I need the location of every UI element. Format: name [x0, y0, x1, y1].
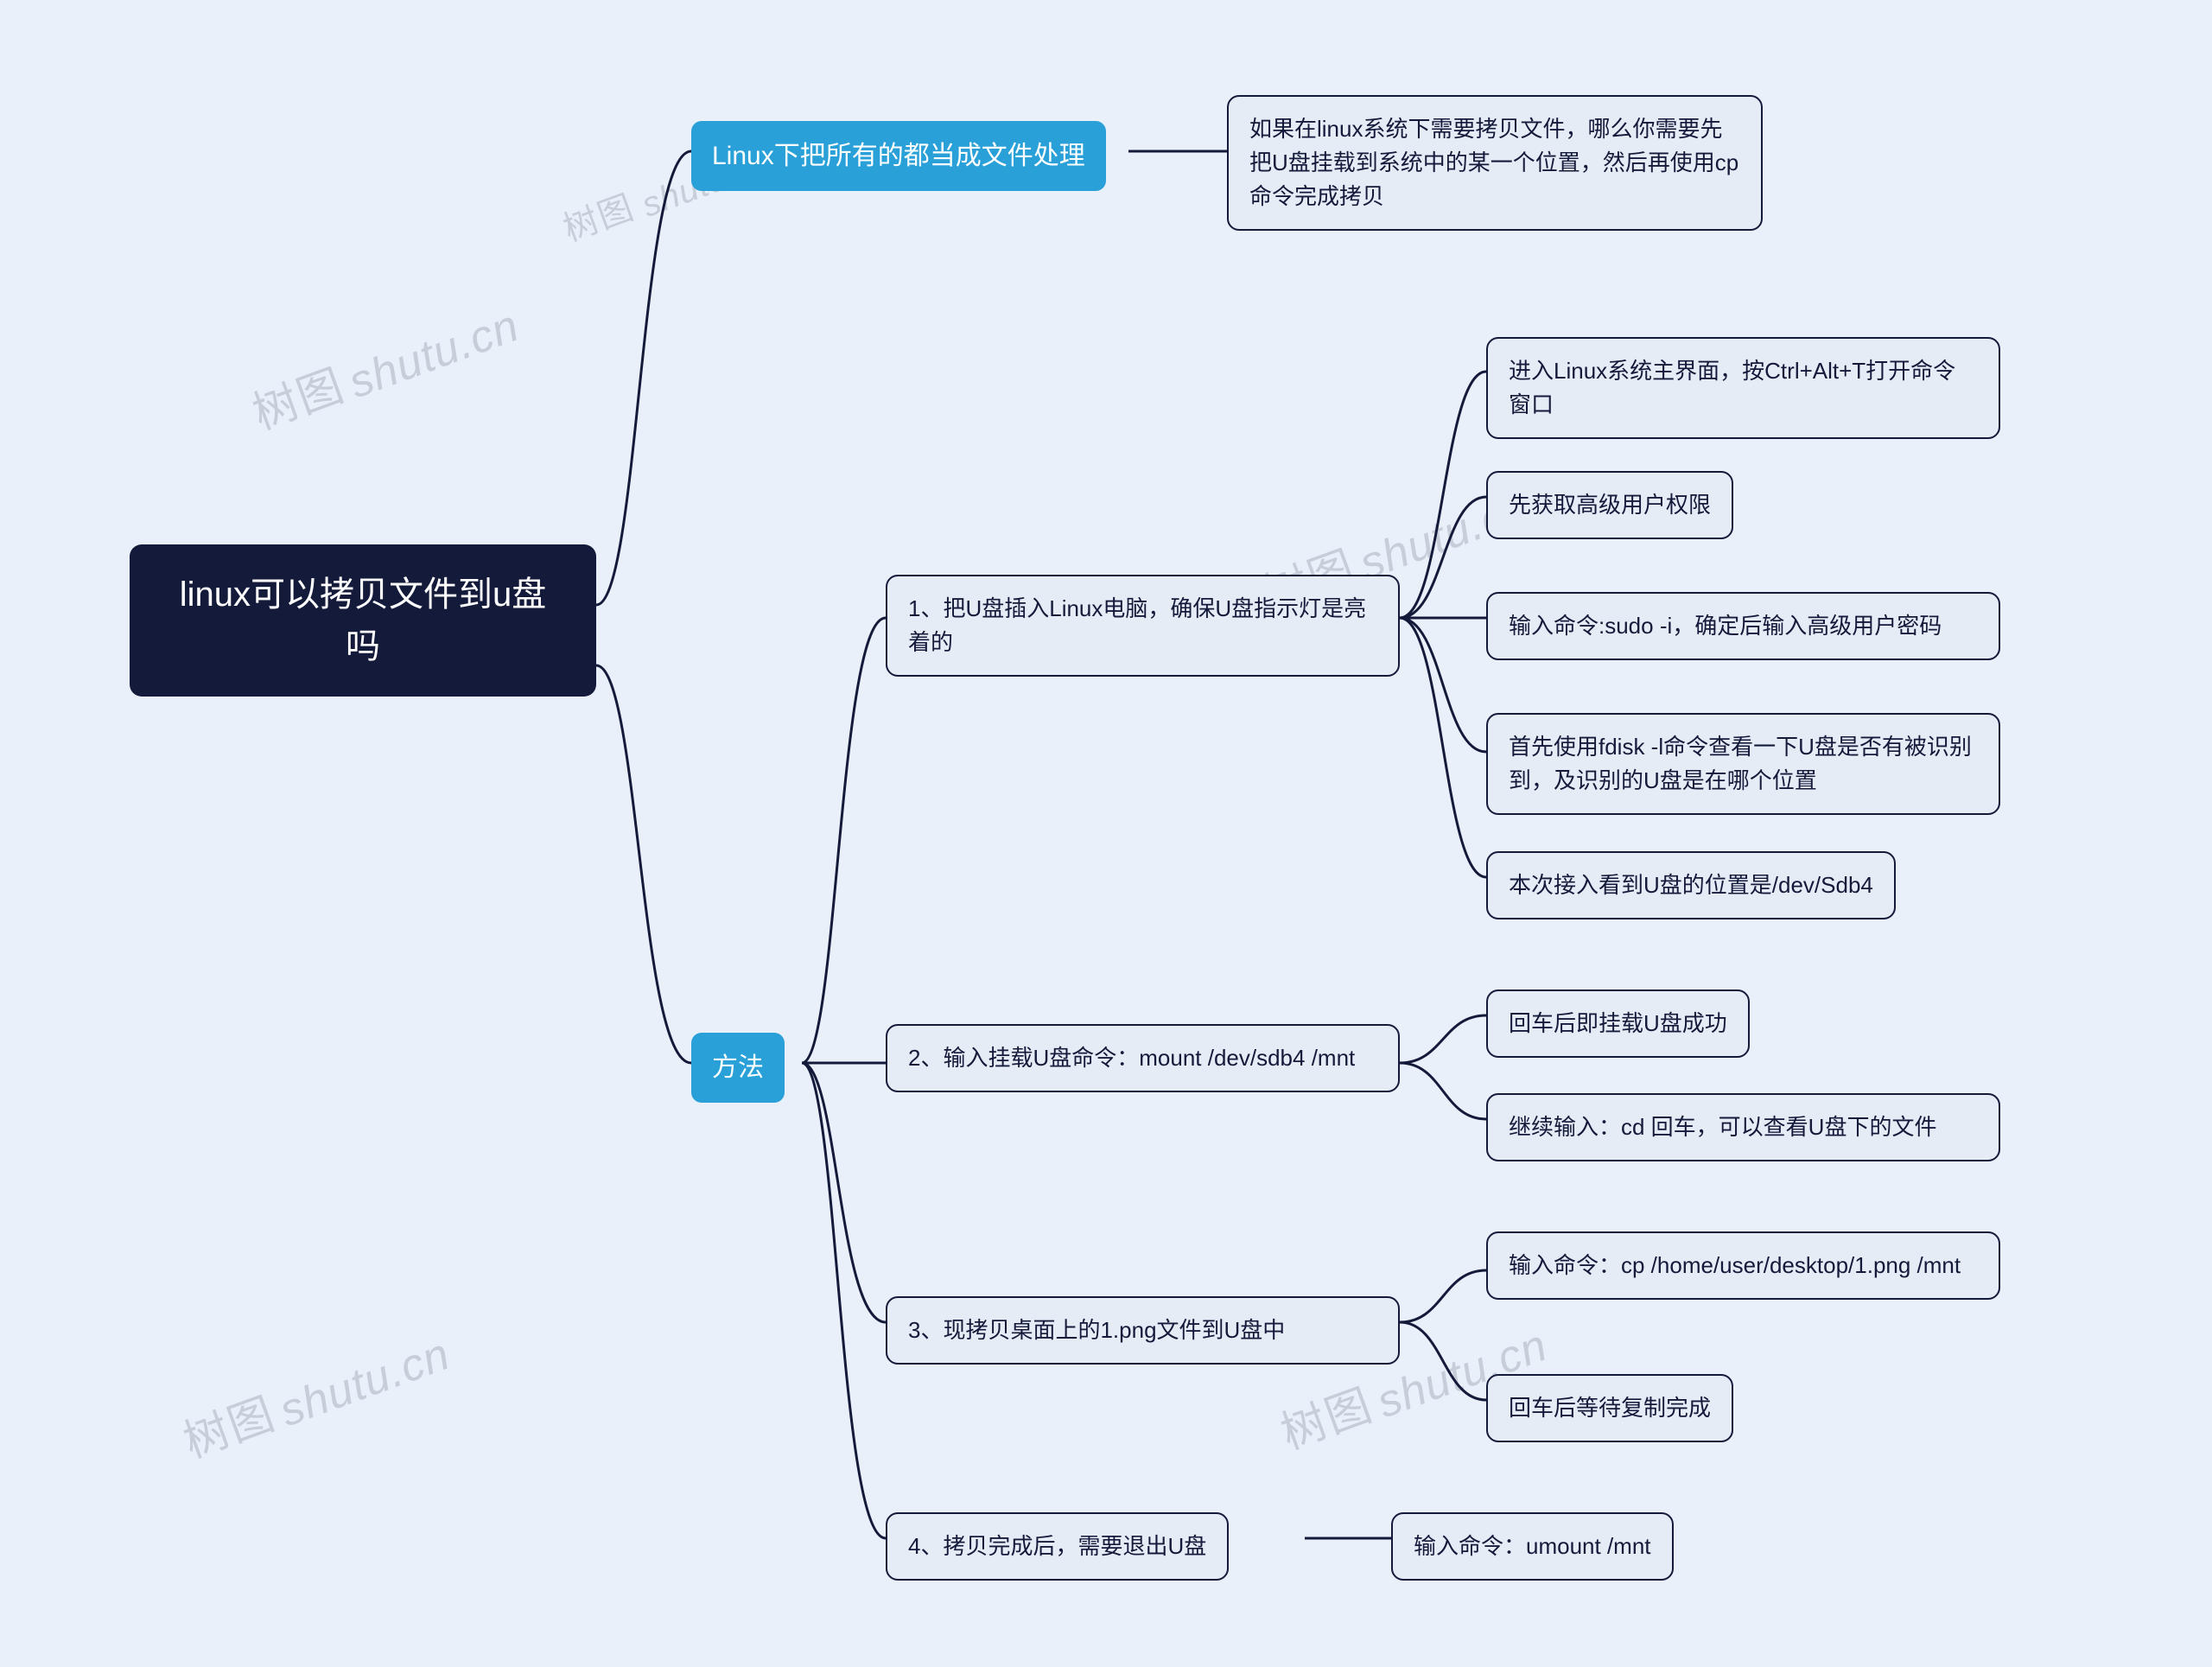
watermark-cn: 树图: [173, 1378, 283, 1470]
step-1-child-0: 进入Linux系统主界面，按Ctrl+Alt+T打开命令窗口: [1486, 337, 2000, 439]
step-3-child-0-text: 输入命令：cp /home/user/desktop/1.png /mnt: [1509, 1249, 1961, 1282]
root-line2: 吗: [346, 620, 380, 672]
step-2-child-1-text: 继续输入：cd 回车，可以查看U盘下的文件: [1509, 1110, 1936, 1144]
step-4-label: 4、拷贝完成后，需要退出U盘: [908, 1530, 1206, 1563]
step-4-child-0-text: 输入命令：umount /mnt: [1414, 1530, 1651, 1563]
watermark-en: shutu.cn: [273, 1328, 457, 1437]
branch2-title: 方法: [691, 1033, 785, 1103]
step-4-child-0: 输入命令：umount /mnt: [1391, 1512, 1674, 1581]
step-1-child-2: 输入命令:sudo -i，确定后输入高级用户密码: [1486, 592, 2000, 660]
step-1-label: 1、把U盘插入Linux电脑，确保U盘指示灯是亮着的: [908, 592, 1377, 659]
step-3-label: 3、现拷贝桌面上的1.png文件到U盘中: [908, 1314, 1285, 1347]
step-2-child-0: 回车后即挂载U盘成功: [1486, 989, 1750, 1058]
branch2-title-text: 方法: [712, 1048, 764, 1087]
watermark-cn: 树图: [1270, 1369, 1380, 1461]
connector-lines: [0, 0, 2212, 1667]
step-1-child-3: 首先使用fdisk -l命令查看一下U盘是否有被识别到，及识别的U盘是在哪个位置: [1486, 713, 2000, 815]
branch1-desc: 如果在linux系统下需要拷贝文件，哪么你需要先把U盘挂载到系统中的某一个位置，…: [1227, 95, 1763, 231]
step-4: 4、拷贝完成后，需要退出U盘: [886, 1512, 1229, 1581]
step-1: 1、把U盘插入Linux电脑，确保U盘指示灯是亮着的: [886, 575, 1400, 677]
watermark-en: shutu.cn: [342, 300, 526, 409]
root-node: linux可以拷贝文件到u盘 吗: [130, 544, 596, 697]
step-1-child-4: 本次接入看到U盘的位置是/dev/Sdb4: [1486, 851, 1896, 919]
step-3: 3、现拷贝桌面上的1.png文件到U盘中: [886, 1296, 1400, 1365]
step-3-child-1: 回车后等待复制完成: [1486, 1374, 1733, 1442]
watermark-cn: 树图: [556, 179, 641, 251]
watermark-cn: 树图: [242, 349, 352, 442]
step-2-child-1: 继续输入：cd 回车，可以查看U盘下的文件: [1486, 1093, 2000, 1161]
step-2-label: 2、输入挂载U盘命令：mount /dev/sdb4 /mnt: [908, 1041, 1355, 1075]
branch1-title: Linux下把所有的都当成文件处理: [691, 121, 1106, 191]
branch1-title-text: Linux下把所有的都当成文件处理: [712, 137, 1085, 175]
step-3-child-1-text: 回车后等待复制完成: [1509, 1391, 1711, 1425]
step-1-child-4-text: 本次接入看到U盘的位置是/dev/Sdb4: [1509, 868, 1873, 902]
branch1-desc-text: 如果在linux系统下需要拷贝文件，哪么你需要先把U盘挂载到系统中的某一个位置，…: [1249, 112, 1740, 213]
step-3-child-0: 输入命令：cp /home/user/desktop/1.png /mnt: [1486, 1231, 2000, 1300]
step-1-child-2-text: 输入命令:sudo -i，确定后输入高级用户密码: [1509, 609, 1942, 643]
step-2-child-0-text: 回车后即挂载U盘成功: [1509, 1007, 1727, 1040]
root-line1: linux可以拷贝文件到u盘: [180, 569, 547, 620]
step-1-child-0-text: 进入Linux系统主界面，按Ctrl+Alt+T打开命令窗口: [1509, 354, 1978, 422]
step-1-child-1-text: 先获取高级用户权限: [1509, 488, 1711, 522]
step-1-child-3-text: 首先使用fdisk -l命令查看一下U盘是否有被识别到，及识别的U盘是在哪个位置: [1509, 730, 1978, 798]
step-1-child-1: 先获取高级用户权限: [1486, 471, 1733, 539]
step-2: 2、输入挂载U盘命令：mount /dev/sdb4 /mnt: [886, 1024, 1400, 1092]
